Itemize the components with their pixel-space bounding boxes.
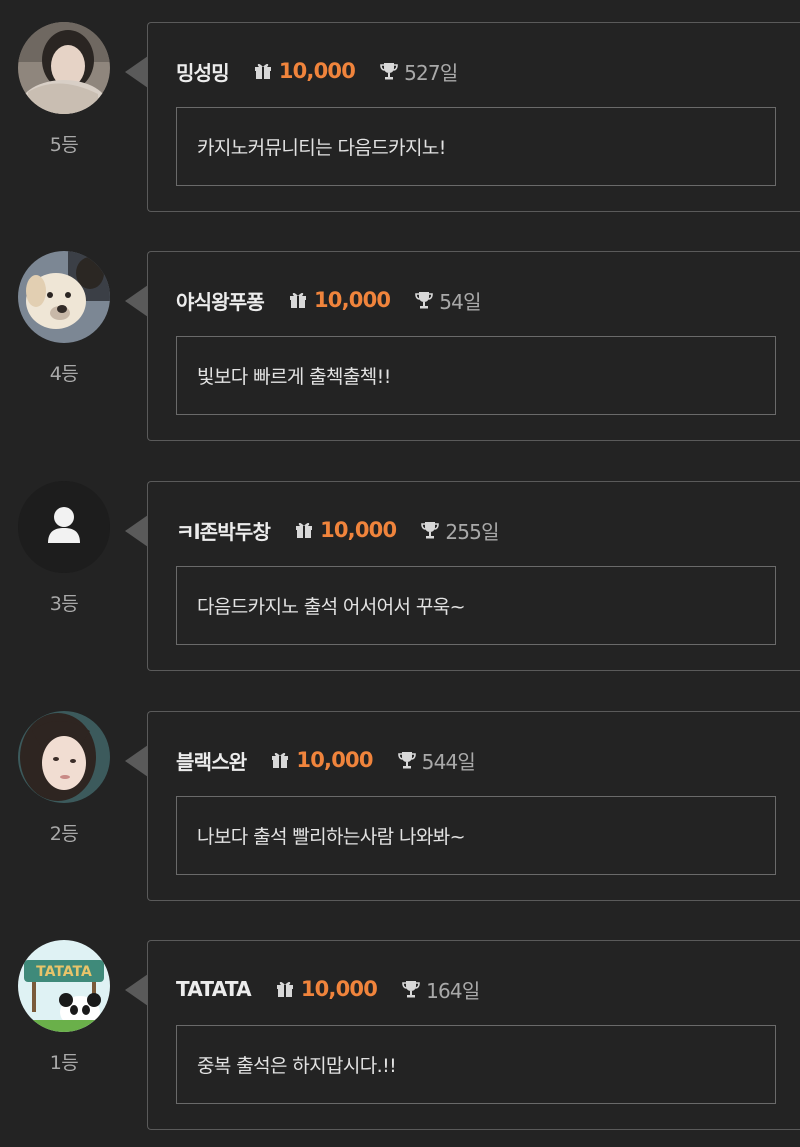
points-value: 10,000 — [314, 288, 391, 312]
user-icon — [18, 481, 110, 573]
gift-icon — [254, 63, 271, 79]
rank-label: 3등 — [49, 593, 79, 615]
gift-icon — [296, 522, 313, 538]
avatar[interactable] — [18, 251, 110, 343]
message-box: 다음드카지노 출석 어서어서 꾸욱~ — [176, 566, 776, 645]
attendance-entry: 4등 야식왕푸퐁 10,000 54일 빛보다 빠르게 출첵출첵!! — [0, 251, 800, 443]
points-value: 10,000 — [296, 748, 373, 772]
entry-meta: 야식왕푸퐁 10,000 54일 — [176, 282, 482, 318]
rank-label: 5등 — [49, 134, 79, 156]
streak-days: 527일 — [404, 60, 458, 85]
points-value: 10,000 — [278, 59, 356, 83]
message-text: 카지노커뮤니티는 다음드카지노! — [197, 137, 446, 159]
card-pointer — [125, 974, 148, 1006]
trophy-icon — [415, 292, 434, 309]
message-text: 빛보다 빠르게 출첵출첵!! — [197, 366, 391, 388]
avatar-sign-text: TATATA — [36, 964, 92, 980]
avatar[interactable] — [18, 711, 110, 803]
points-value: 10,000 — [320, 518, 397, 542]
attendance-entry: 3등 ㅋl존박두창 10,000 255일 다음드카지노 출석 어서어서 꾸욱~ — [0, 481, 800, 673]
streak-days: 544일 — [421, 749, 476, 774]
trophy-icon — [397, 752, 416, 769]
comment-card: 밍성밍 10,000 527일 카지노커뮤니티는 다음드카지노! — [147, 22, 800, 212]
avatar[interactable]: TATATA — [18, 940, 110, 1032]
rank-label: 4등 — [49, 363, 79, 385]
attendance-entry: TATATA 1등 TATATA 10,000 164일 중복 출석은 하지맙시… — [0, 940, 800, 1132]
attendance-entry: 2등 블랙스완 10,000 544일 나보다 출석 빨리하는사람 나와봐~ — [0, 711, 800, 903]
trophy-icon — [380, 63, 398, 80]
avatar[interactable] — [18, 22, 110, 114]
message-text: 다음드카지노 출석 어서어서 꾸욱~ — [197, 596, 466, 618]
nickname[interactable]: 블랙스완 — [176, 746, 247, 775]
gift-icon — [276, 981, 293, 997]
trophy-icon — [402, 981, 420, 998]
nickname[interactable]: 밍성밍 — [176, 57, 230, 86]
woman-photo-icon — [18, 711, 110, 803]
entry-meta: 밍성밍 10,000 527일 — [176, 53, 458, 89]
nickname[interactable]: ㅋl존박두창 — [176, 516, 271, 545]
card-pointer — [125, 56, 148, 88]
nickname[interactable]: 야식왕푸퐁 — [176, 286, 265, 315]
rank-label: 1등 — [49, 1052, 79, 1074]
card-pointer — [125, 285, 148, 317]
message-box: 빛보다 빠르게 출첵출첵!! — [176, 336, 776, 415]
nickname[interactable]: TATATA — [176, 977, 252, 1001]
comment-card: TATATA 10,000 164일 중복 출석은 하지맙시다.!! — [147, 940, 800, 1130]
message-box: 중복 출석은 하지맙시다.!! — [176, 1025, 776, 1104]
streak-days: 255일 — [445, 519, 499, 544]
card-pointer — [125, 515, 148, 547]
woman-photo-icon — [18, 22, 110, 114]
card-pointer — [125, 745, 148, 777]
comment-card: 야식왕푸퐁 10,000 54일 빛보다 빠르게 출첵출첵!! — [147, 251, 800, 441]
rank-label: 2등 — [49, 823, 79, 845]
streak-days: 54일 — [439, 289, 481, 314]
streak-days: 164일 — [426, 978, 480, 1003]
message-text: 중복 출석은 하지맙시다.!! — [197, 1055, 397, 1077]
comment-card: 블랙스완 10,000 544일 나보다 출석 빨리하는사람 나와봐~ — [147, 711, 800, 901]
comment-card: ㅋl존박두창 10,000 255일 다음드카지노 출석 어서어서 꾸욱~ — [147, 481, 800, 671]
gift-icon — [272, 752, 289, 768]
avatar[interactable] — [18, 481, 110, 573]
attendance-entry: 5등 밍성밍 10,000 527일 카지노커뮤니티는 다음드카지노! — [0, 22, 800, 214]
dog-photo-icon — [18, 251, 110, 343]
message-text: 나보다 출석 빨리하는사람 나와봐~ — [197, 826, 466, 848]
entry-meta: TATATA 10,000 164일 — [176, 971, 480, 1007]
entry-meta: ㅋl존박두창 10,000 255일 — [176, 512, 499, 548]
message-box: 카지노커뮤니티는 다음드카지노! — [176, 107, 776, 186]
points-value: 10,000 — [300, 977, 378, 1001]
gift-icon — [290, 292, 306, 308]
panda-sign-icon: TATATA — [18, 940, 110, 1032]
trophy-icon — [421, 522, 440, 539]
entry-meta: 블랙스완 10,000 544일 — [176, 742, 476, 778]
message-box: 나보다 출석 빨리하는사람 나와봐~ — [176, 796, 776, 875]
